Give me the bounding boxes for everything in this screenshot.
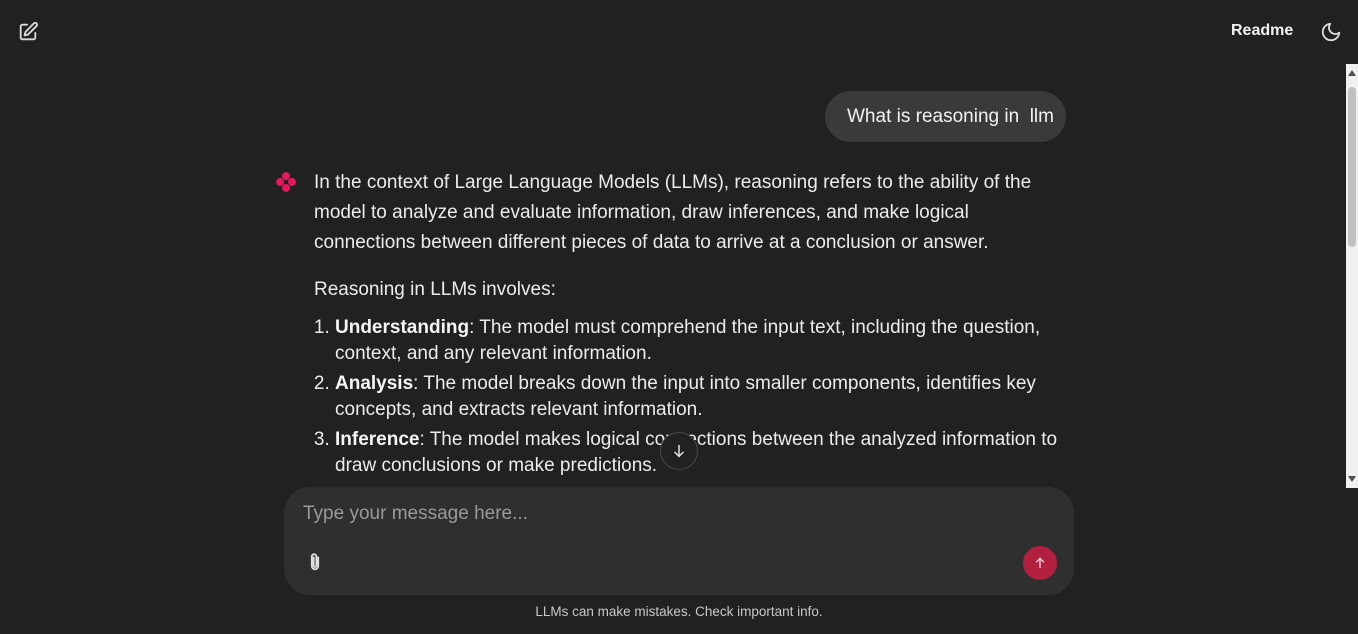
user-message: What is reasoning in llm xyxy=(825,91,1066,142)
list-item: Analysis: The model breaks down the inpu… xyxy=(335,371,1074,423)
edit-icon xyxy=(19,21,38,41)
scroll-up-arrow[interactable] xyxy=(1348,70,1356,76)
disclaimer-text: LLMs can make mistakes. Check important … xyxy=(535,604,823,619)
scroll-to-bottom-button[interactable] xyxy=(660,432,698,470)
list-item: Inference: The model makes logical conne… xyxy=(335,427,1074,479)
chat-app: Readme What is reasoning in llm In the c… xyxy=(0,0,1358,634)
list-item: Understanding: The model must comprehend… xyxy=(335,315,1074,367)
paperclip-icon xyxy=(310,553,320,571)
list-item-term: Inference xyxy=(335,429,420,450)
message-input[interactable] xyxy=(301,499,1025,529)
new-chat-button[interactable] xyxy=(13,17,43,47)
list-heading: Reasoning in LLMs involves: xyxy=(314,279,556,300)
list-item-term: Analysis xyxy=(335,373,414,394)
assistant-message: In the context of Large Language Models … xyxy=(314,168,1074,483)
scroll-thumb[interactable] xyxy=(1348,87,1356,247)
attach-button[interactable] xyxy=(302,549,328,575)
assistant-intro: In the context of Large Language Models … xyxy=(314,172,1032,253)
moon-icon xyxy=(1321,22,1341,42)
send-button[interactable] xyxy=(1023,546,1057,580)
scroll-down-arrow[interactable] xyxy=(1348,476,1356,482)
message-composer xyxy=(284,487,1074,595)
list-item-text: : The model breaks down the input into s… xyxy=(335,373,1036,420)
assistant-logo-icon xyxy=(276,172,296,192)
list-item-term: Understanding xyxy=(335,317,470,338)
arrow-up-icon xyxy=(1035,557,1045,569)
scrollbar[interactable] xyxy=(1346,64,1358,488)
arrow-down-icon xyxy=(674,444,684,458)
theme-toggle-button[interactable] xyxy=(1316,17,1346,47)
readme-link[interactable]: Readme xyxy=(1231,22,1293,40)
